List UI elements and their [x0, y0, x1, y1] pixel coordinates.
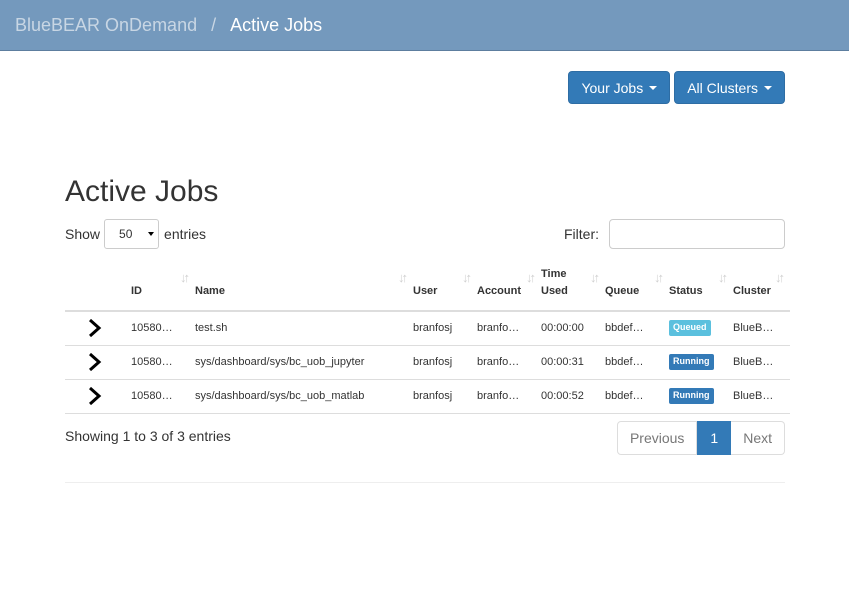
header-id[interactable]: ID ↓↑	[131, 261, 195, 312]
sort-icon: ↓↑	[654, 270, 664, 285]
sort-icon: ↓↑	[718, 270, 728, 285]
header-user-label: User	[413, 285, 438, 297]
header-queue-label: Queue	[605, 285, 640, 297]
chevron-right-icon[interactable]	[87, 386, 103, 406]
entries-label: entries	[164, 226, 207, 242]
table-header-row: ID ↓↑ Name ↓↑ User ↓↑ Account ↓↑ Time Us…	[65, 261, 790, 312]
job-cluster: BlueB…	[733, 379, 790, 414]
header-time-label-2: Used	[541, 285, 568, 297]
job-queue: bbdef…	[605, 311, 669, 346]
jobs-table: ID ↓↑ Name ↓↑ User ↓↑ Account ↓↑ Time Us…	[65, 261, 790, 414]
job-account: branfo…	[477, 345, 541, 380]
caret-down-icon	[764, 85, 772, 90]
pagination: Previous 1 Next	[616, 421, 785, 455]
page-title: Active Jobs	[65, 175, 219, 208]
all-clusters-label: All Clusters	[687, 79, 758, 96]
job-user: branfosj	[413, 311, 477, 346]
pagination-previous[interactable]: Previous	[616, 421, 698, 455]
header-account-label: Account	[477, 285, 521, 297]
show-label: Show	[65, 226, 101, 242]
job-name: sys/dashboard/sys/bc_uob_matlab	[195, 379, 413, 414]
job-name: sys/dashboard/sys/bc_uob_jupyter	[195, 345, 413, 380]
job-id: 10580…	[131, 379, 195, 414]
header-user[interactable]: User ↓↑	[413, 261, 477, 312]
sort-icon: ↓↑	[526, 270, 536, 285]
job-account: branfo…	[477, 311, 541, 346]
header-queue[interactable]: Queue ↓↑	[605, 261, 669, 312]
job-user: branfosj	[413, 345, 477, 380]
brand-link[interactable]: BlueBEAR OnDemand	[15, 15, 197, 36]
header-time-used[interactable]: Time Used ↓↑	[541, 261, 605, 312]
row-toggle-cell[interactable]	[65, 345, 131, 380]
job-name: test.sh	[195, 311, 413, 346]
row-toggle-cell[interactable]	[65, 311, 131, 346]
header-status[interactable]: Status ↓↑	[669, 261, 733, 312]
job-user: branfosj	[413, 379, 477, 414]
job-queue: bbdef…	[605, 345, 669, 380]
filter-control: Filter:	[564, 219, 785, 249]
sort-icon: ↓↑	[590, 270, 600, 285]
job-time-used: 00:00:00	[541, 311, 605, 346]
pagination-page-1[interactable]: 1	[697, 421, 732, 455]
sort-icon: ↓↑	[462, 270, 472, 285]
header-cluster[interactable]: Cluster ↓↑	[733, 261, 790, 312]
header-cluster-label: Cluster	[733, 285, 771, 297]
your-jobs-label: Your Jobs	[581, 79, 644, 96]
footer-divider	[65, 482, 785, 483]
header-id-label: ID	[131, 285, 142, 297]
header-time-label-1: Time	[541, 268, 567, 280]
job-status-cell: Running	[669, 379, 733, 414]
job-filter-toolbar: Your Jobs All Clusters	[568, 71, 785, 104]
table-row: 10580… test.sh branfosj branfo… 00:00:00…	[65, 311, 790, 346]
filter-label: Filter:	[564, 226, 599, 242]
job-cluster: BlueB…	[733, 345, 790, 380]
header-name[interactable]: Name ↓↑	[195, 261, 413, 312]
row-toggle-cell[interactable]	[65, 379, 131, 414]
header-account[interactable]: Account ↓↑	[477, 261, 541, 312]
table-controls: Show 50 entries Filter:	[65, 219, 785, 249]
breadcrumb-separator: /	[211, 14, 217, 35]
filter-input[interactable]	[609, 219, 785, 249]
table-row: 10580… sys/dashboard/sys/bc_uob_jupyter …	[65, 345, 790, 380]
job-id: 10580…	[131, 345, 195, 380]
job-status-cell: Queued	[669, 311, 733, 346]
job-cluster: BlueB…	[733, 311, 790, 346]
your-jobs-dropdown[interactable]: Your Jobs	[568, 71, 671, 104]
pagination-next[interactable]: Next	[731, 421, 785, 455]
job-account: branfo…	[477, 379, 541, 414]
table-info: Showing 1 to 3 of 3 entries	[65, 428, 231, 444]
job-time-used: 00:00:31	[541, 345, 605, 380]
job-time-used: 00:00:52	[541, 379, 605, 414]
table-row: 10580… sys/dashboard/sys/bc_uob_matlab b…	[65, 379, 790, 414]
entries-select[interactable]: 50	[104, 219, 160, 249]
sort-icon: ↓↑	[398, 270, 408, 285]
chevron-right-icon[interactable]	[87, 352, 103, 372]
job-queue: bbdef…	[605, 379, 669, 414]
job-status-cell: Running	[669, 345, 733, 380]
status-badge: Running	[669, 354, 714, 370]
navbar: BlueBEAR OnDemand / Active Jobs	[0, 0, 849, 51]
sort-icon: ↓↑	[775, 270, 785, 285]
chevron-right-icon[interactable]	[87, 318, 103, 338]
status-badge: Running	[669, 388, 714, 404]
header-status-label: Status	[669, 285, 703, 297]
select-arrow-icon	[148, 232, 155, 236]
sort-icon: ↓↑	[180, 270, 190, 285]
caret-down-icon	[649, 85, 658, 90]
header-toggle	[65, 261, 131, 312]
entries-select-value: 50	[119, 227, 133, 241]
length-control: Show 50 entries	[65, 219, 206, 249]
breadcrumb-current: Active Jobs	[230, 14, 323, 35]
job-id: 10580…	[131, 311, 195, 346]
header-name-label: Name	[195, 285, 225, 297]
all-clusters-dropdown[interactable]: All Clusters	[674, 71, 785, 104]
status-badge: Queued	[669, 320, 711, 337]
